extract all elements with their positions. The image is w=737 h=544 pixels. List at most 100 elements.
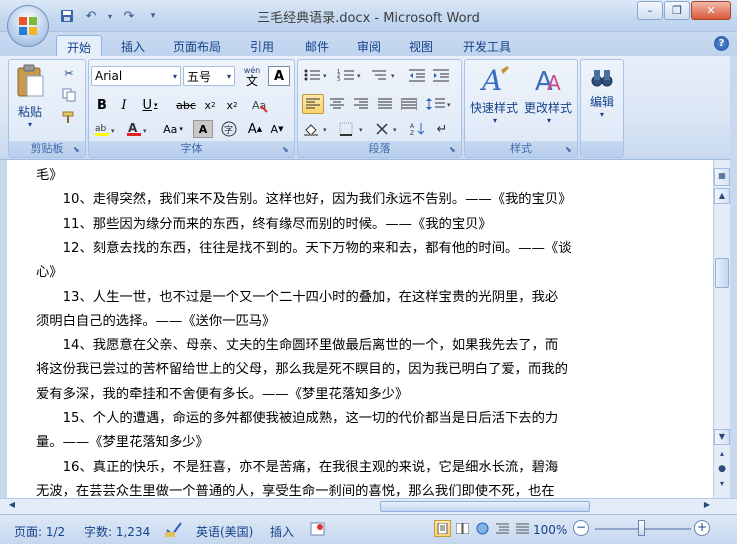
document-line[interactable]: 14、我愿意在父亲、母亲、丈夫的生命圆环里做最后离世的一个，如果我先去了，而: [36, 334, 559, 353]
change-styles-button[interactable]: A A 更改样式 ▾: [523, 64, 575, 138]
font-name-select[interactable]: Arial ▾: [91, 66, 181, 86]
bold-icon[interactable]: B: [93, 96, 111, 114]
font-size-select[interactable]: 五号 ▾: [183, 66, 235, 86]
document-line[interactable]: 爱有多深，我的牵挂和不舍便有多长。——《梦里花落知多少》: [36, 383, 408, 402]
line-spacing-icon[interactable]: ▾: [424, 94, 454, 114]
enclose-characters-icon[interactable]: 字: [219, 120, 239, 138]
draft-view-icon[interactable]: [514, 520, 531, 537]
decrease-indent-icon[interactable]: [406, 66, 428, 84]
tab-mailings[interactable]: 邮件: [296, 35, 338, 56]
document-line[interactable]: 11、那些因为缘分而来的东西，终有缘尽而别的时候。——《我的宝贝》: [36, 213, 492, 232]
text-highlight-icon[interactable]: ab ▾: [93, 120, 121, 138]
document-line[interactable]: 心》: [36, 261, 63, 280]
scroll-thumb[interactable]: [715, 258, 729, 288]
vertical-scrollbar[interactable]: ▦ ▲ ▼ ▴ ● ▾: [713, 160, 730, 498]
shrink-font-icon[interactable]: A ▼: [267, 120, 287, 138]
quick-styles-button[interactable]: A 快速样式 ▾: [469, 64, 521, 138]
change-case-icon[interactable]: Aa ▾: [159, 120, 187, 138]
next-page-button[interactable]: ▾: [714, 477, 730, 493]
phonetic-guide-button[interactable]: wén 文: [240, 64, 264, 88]
bullets-icon[interactable]: ▾: [302, 66, 332, 84]
document-area[interactable]: 毛》 10、走得突然，我们来不及告别。这样也好，因为我们永远不告别。——《我的宝…: [0, 160, 713, 498]
clipboard-launcher-icon[interactable]: ⬊: [73, 145, 82, 154]
tab-developer[interactable]: 开发工具: [454, 35, 520, 56]
zoom-level[interactable]: 100%: [533, 523, 567, 537]
character-border-icon[interactable]: A: [268, 66, 290, 86]
insert-mode[interactable]: 插入: [270, 523, 294, 540]
zoom-in-button[interactable]: +: [694, 520, 710, 536]
document-line[interactable]: 将这份我已尝过的苦杯留给世上的父母，那么我是死不瞑目的，因为我已明白了爱，而我的: [36, 358, 568, 377]
help-icon[interactable]: ?: [714, 36, 729, 51]
multilevel-list-icon[interactable]: ▾: [370, 66, 400, 84]
strikethrough-icon[interactable]: abc: [175, 96, 197, 114]
document-line[interactable]: 毛》: [36, 164, 63, 183]
tab-page-layout[interactable]: 页面布局: [166, 35, 228, 56]
tab-insert[interactable]: 插入: [112, 35, 154, 56]
increase-indent-icon[interactable]: [430, 66, 452, 84]
document-line[interactable]: 12、刻意去找的东西，往往是找不到的。天下万物的来和去，都有他的时间。——《谈: [36, 237, 572, 256]
select-browse-object-icon[interactable]: ●: [714, 462, 730, 478]
shading-icon[interactable]: ▾: [302, 120, 334, 138]
copy-icon[interactable]: [59, 86, 79, 104]
restore-button[interactable]: ❐: [664, 1, 690, 20]
paragraph-launcher-icon[interactable]: ⬊: [449, 145, 458, 154]
styles-launcher-icon[interactable]: ⬊: [565, 145, 574, 154]
word-count[interactable]: 字数: 1,234: [84, 523, 150, 540]
editing-button[interactable]: 编辑 ▾: [583, 64, 621, 138]
minimize-button[interactable]: –: [637, 1, 663, 20]
document-line[interactable]: 须明白自己的选择。——《送你一匹马》: [36, 310, 275, 329]
italic-icon[interactable]: I: [115, 96, 133, 114]
document-line[interactable]: 16、真正的快乐，不是狂喜，亦不是苦痛，在我很主观的来说，它是细水长流，碧海: [36, 456, 559, 475]
zoom-slider-thumb[interactable]: [638, 520, 645, 536]
close-button[interactable]: ✕: [691, 1, 731, 20]
document-line[interactable]: 13、人生一世，也不过是一个又一个二十四小时的叠加，在这样宝贵的光阴里，我必: [36, 286, 559, 305]
distributed-icon[interactable]: [398, 94, 420, 114]
tab-home[interactable]: 开始: [56, 35, 102, 56]
ruler-toggle-icon[interactable]: ▦: [714, 168, 730, 186]
outline-view-icon[interactable]: [494, 520, 511, 537]
full-screen-reading-view-icon[interactable]: [454, 520, 471, 537]
proofing-icon[interactable]: [164, 520, 184, 541]
asian-layout-icon[interactable]: ▾: [374, 120, 404, 138]
align-left-icon[interactable]: [302, 94, 324, 114]
show-hide-marks-icon[interactable]: ↵: [432, 120, 452, 138]
cut-icon[interactable]: ✂: [59, 64, 79, 82]
paste-button[interactable]: 粘贴 ▾: [13, 64, 47, 136]
justify-icon[interactable]: [374, 94, 396, 114]
scroll-left-button[interactable]: ◀: [5, 500, 19, 513]
horizontal-scroll-thumb[interactable]: [380, 501, 590, 512]
scroll-down-button[interactable]: ▼: [714, 429, 730, 445]
language-indicator[interactable]: 英语(美国): [196, 523, 253, 540]
macro-record-icon[interactable]: [310, 521, 326, 540]
zoom-out-button[interactable]: −: [573, 520, 589, 536]
font-color-icon[interactable]: A ▾: [125, 120, 153, 138]
scroll-up-button[interactable]: ▲: [714, 188, 730, 204]
tab-review[interactable]: 审阅: [348, 35, 390, 56]
subscript-icon[interactable]: x2: [201, 96, 219, 114]
horizontal-scrollbar[interactable]: ◀ ▶: [0, 498, 737, 514]
align-center-icon[interactable]: [326, 94, 348, 114]
office-button[interactable]: [7, 5, 49, 47]
web-layout-view-icon[interactable]: [474, 520, 491, 537]
character-shading-icon[interactable]: A: [193, 120, 213, 138]
borders-icon[interactable]: ▾: [338, 120, 370, 138]
sort-icon[interactable]: AZ: [408, 120, 428, 138]
previous-page-button[interactable]: ▴: [714, 447, 730, 463]
format-painter-icon[interactable]: [59, 108, 79, 126]
font-launcher-icon[interactable]: ⬊: [282, 145, 291, 154]
numbering-icon[interactable]: 1 2 3 ▾: [336, 66, 366, 84]
document-line[interactable]: 15、个人的遭遇，命运的多舛都使我被迫成熟，这一切的代价都当是日后活下去的力: [36, 407, 559, 426]
document-line[interactable]: 10、走得突然，我们来不及告别。这样也好，因为我们永远不告别。——《我的宝贝》: [36, 188, 572, 207]
underline-icon[interactable]: U ▾: [137, 96, 163, 114]
document-line[interactable]: 无波，在芸芸众生里做一个普通的人，享受生命一刹间的喜悦，那么我们即使不死，也在: [36, 480, 555, 498]
document-line[interactable]: 量。——《梦里花落知多少》: [36, 431, 209, 450]
grow-font-icon[interactable]: A ▲: [245, 120, 265, 138]
tab-references[interactable]: 引用: [240, 35, 284, 56]
align-right-icon[interactable]: [350, 94, 372, 114]
tab-view[interactable]: 视图: [400, 35, 442, 56]
page-indicator[interactable]: 页面: 1/2: [14, 523, 65, 540]
superscript-icon[interactable]: x2: [223, 96, 241, 114]
scroll-right-button[interactable]: ▶: [700, 500, 714, 513]
print-layout-view-icon[interactable]: [434, 520, 451, 537]
clear-formatting-icon[interactable]: Aa: [249, 94, 271, 116]
